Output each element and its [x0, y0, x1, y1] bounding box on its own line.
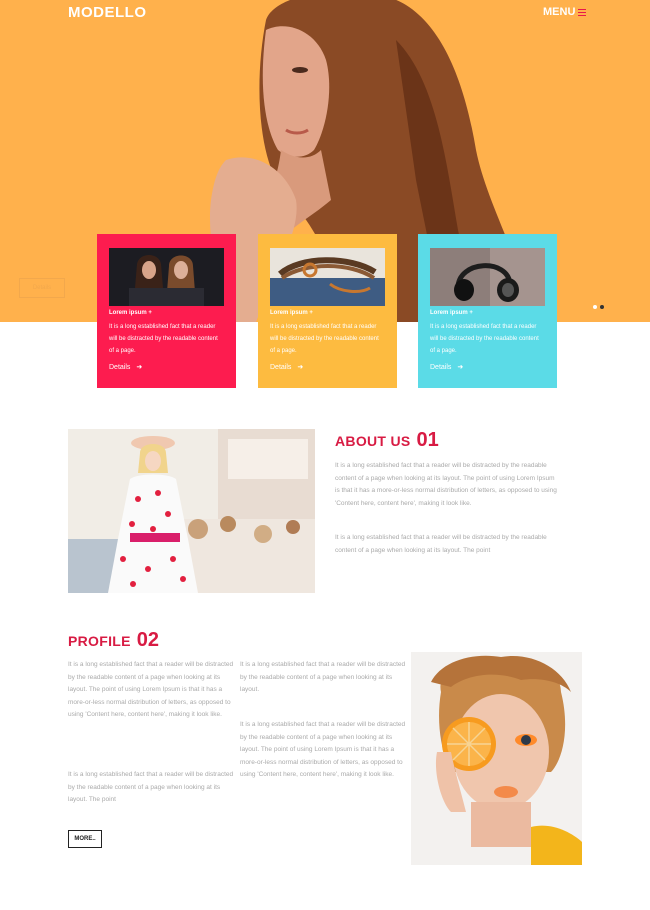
- card-text: It is a long established fact that a rea…: [430, 324, 539, 354]
- menu-button[interactable]: MENU: [543, 6, 587, 18]
- card-image-headphones: [430, 248, 545, 306]
- card-title[interactable]: Lorem ipsum +: [430, 310, 545, 316]
- profile-image-orange-girl: [411, 652, 582, 865]
- card-text: It is a long established fact that a rea…: [270, 324, 379, 354]
- slider-dot[interactable]: [593, 305, 597, 309]
- profile-paragraph: It is a long established fact that a rea…: [68, 661, 234, 718]
- about-paragraph: It is a long established fact that a rea…: [335, 534, 547, 554]
- card-details-link[interactable]: Details ➜: [109, 363, 224, 372]
- more-button[interactable]: MORE..: [68, 830, 102, 848]
- arrow-right-icon: ➜: [136, 364, 143, 371]
- card-image-girls: [109, 248, 224, 306]
- profile-paragraph: It is a long established fact that a rea…: [68, 771, 234, 803]
- profile-title: PROFILE: [68, 633, 131, 649]
- card-details-link[interactable]: Details ➜: [430, 363, 545, 372]
- about-number: 01: [416, 429, 439, 451]
- card-image-bracelet: [270, 248, 385, 306]
- profile-paragraph: It is a long established fact that a rea…: [240, 661, 406, 693]
- hamburger-icon: [578, 8, 587, 16]
- hero-details-button[interactable]: Details: [19, 278, 65, 298]
- card-text: It is a long established fact that a rea…: [109, 324, 218, 354]
- card-title[interactable]: Lorem ipsum +: [270, 310, 385, 316]
- about-paragraph: It is a long established fact that a rea…: [335, 462, 557, 507]
- slider-dot-active[interactable]: [600, 305, 604, 309]
- feature-card-1: Lorem ipsum + It is a long established f…: [97, 234, 236, 388]
- card-title[interactable]: Lorem ipsum +: [109, 310, 224, 316]
- arrow-right-icon: ➜: [457, 364, 464, 371]
- profile-number: 02: [136, 629, 160, 651]
- profile-heading: PROFILE 02: [68, 629, 159, 652]
- card-link-label: Details: [270, 363, 292, 371]
- profile-paragraph: It is a long established fact that a rea…: [240, 721, 406, 778]
- about-heading: ABOUT US 01: [335, 429, 439, 452]
- card-link-label: Details: [430, 363, 452, 371]
- about-title: ABOUT US: [335, 433, 411, 449]
- site-logo[interactable]: MODELLO: [68, 4, 147, 21]
- slider-dots: [593, 305, 604, 309]
- feature-card-2: Lorem ipsum + It is a long established f…: [258, 234, 397, 388]
- feature-card-3: Lorem ipsum + It is a long established f…: [418, 234, 557, 388]
- arrow-right-icon: ➜: [297, 364, 304, 371]
- about-image-shop-girl: [68, 429, 315, 593]
- card-details-link[interactable]: Details ➜: [270, 363, 385, 372]
- menu-label: MENU: [543, 6, 576, 18]
- card-link-label: Details: [109, 363, 131, 371]
